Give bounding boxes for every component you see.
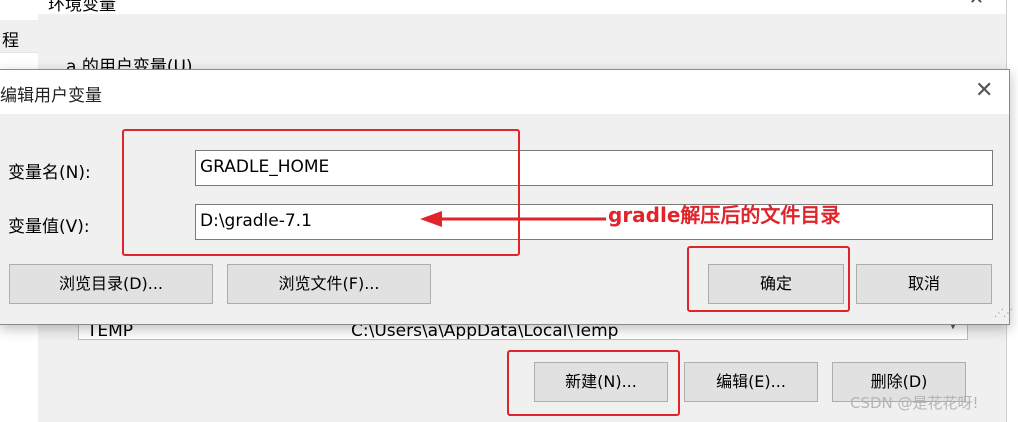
highlight-box-ok-button	[687, 246, 850, 312]
resize-grip-icon[interactable]: ⋰⋰	[994, 308, 1013, 319]
highlight-box-variable-fields	[122, 129, 520, 256]
highlight-box-new-button	[507, 350, 680, 416]
dialog-title: 编辑用户变量	[0, 86, 102, 106]
variable-value-label: 变量值(V):	[8, 217, 90, 237]
env-window-title: 环境变量	[48, 0, 116, 15]
variable-name-label: 变量名(N):	[8, 163, 91, 183]
dialog-close-icon[interactable]: ✕	[975, 78, 993, 103]
watermark: CSDN @是花花呀!	[850, 394, 979, 412]
edit-button[interactable]: 编辑(E)...	[684, 362, 818, 402]
annotation-text: gradle解压后的文件目录	[608, 203, 841, 227]
browse-directory-button[interactable]: 浏览目录(D)...	[9, 264, 213, 304]
env-window-titlebar: 环境变量 ✕	[38, 0, 1006, 15]
annotation-arrow-icon	[420, 211, 606, 227]
left-header-text: 程	[2, 31, 19, 51]
close-icon[interactable]: ✕	[969, 0, 984, 9]
browse-file-button[interactable]: 浏览文件(F)...	[227, 264, 431, 304]
left-list-header: 程	[0, 20, 38, 53]
dialog-titlebar: 编辑用户变量 ✕	[0, 70, 1009, 114]
cancel-button[interactable]: 取消	[856, 264, 992, 304]
